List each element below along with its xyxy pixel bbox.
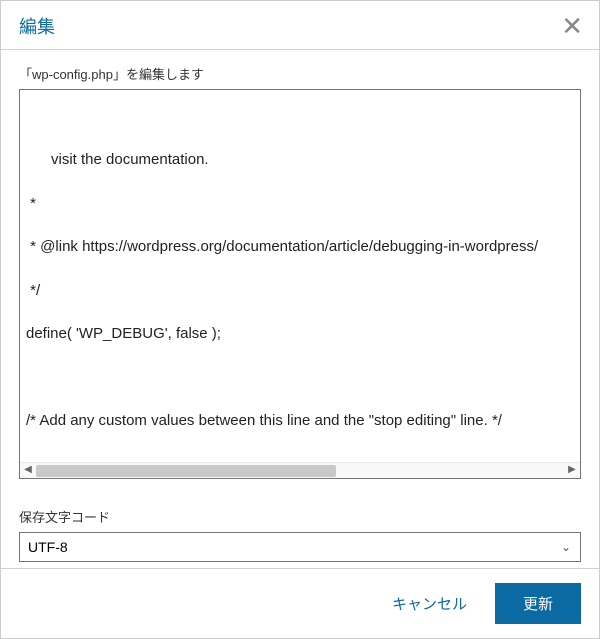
code-editor[interactable]: visit the documentation. * * @link https… xyxy=(19,89,581,479)
encoding-select-wrap: UTF-8 ⌄ xyxy=(19,532,581,562)
modal-title: 編集 xyxy=(19,13,55,39)
modal-footer: キャンセル 更新 xyxy=(1,568,599,638)
encoding-section: 保存文字コード UTF-8 ⌄ xyxy=(1,495,599,568)
code-line: * xyxy=(26,193,574,215)
encoding-select[interactable]: UTF-8 xyxy=(19,532,581,562)
scroll-thumb[interactable] xyxy=(36,465,336,477)
edit-modal: 編集 ✕ 「wp-config.php」を編集します visit the doc… xyxy=(0,0,600,639)
horizontal-scrollbar[interactable]: ◀ ▶ xyxy=(20,462,580,478)
scroll-right-icon[interactable]: ▶ xyxy=(564,463,580,479)
file-edit-label: 「wp-config.php」を編集します xyxy=(19,64,581,83)
code-content: visit the documentation. * * @link https… xyxy=(20,124,580,480)
modal-header: 編集 ✕ xyxy=(1,1,599,50)
code-line: */ xyxy=(26,280,574,302)
code-line: define( 'WP_DEBUG', false ); xyxy=(26,323,574,345)
code-line: /* Add any custom values between this li… xyxy=(26,410,574,432)
code-line: visit the documentation. xyxy=(26,149,574,171)
scroll-left-icon[interactable]: ◀ xyxy=(20,463,36,479)
update-button[interactable]: 更新 xyxy=(495,583,581,624)
code-blank xyxy=(26,367,574,389)
cancel-button[interactable]: キャンセル xyxy=(392,593,467,614)
encoding-label: 保存文字コード xyxy=(19,507,581,526)
modal-body: 「wp-config.php」を編集します visit the document… xyxy=(1,50,599,495)
code-line: * @link https://wordpress.org/documentat… xyxy=(26,236,574,258)
close-icon[interactable]: ✕ xyxy=(561,13,583,39)
